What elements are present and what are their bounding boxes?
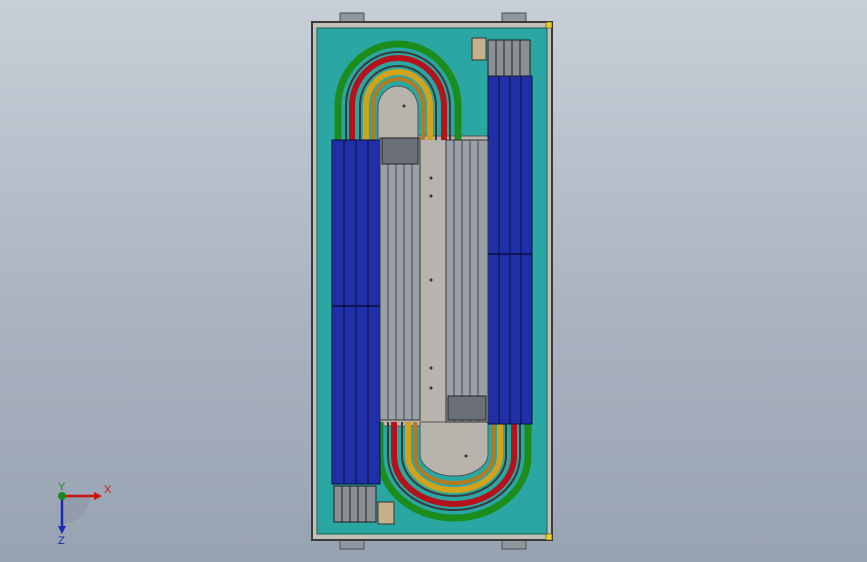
conveyor-assembly-model[interactable] <box>300 8 562 554</box>
orientation-triad[interactable]: X Y Z <box>48 480 118 546</box>
x-axis-label: X <box>104 484 112 496</box>
left-conveyor-lane <box>331 139 381 485</box>
triad-shading <box>62 496 90 524</box>
corner-marker <box>545 21 553 29</box>
y-axis-marker <box>58 492 66 500</box>
left-rail-set <box>379 137 421 421</box>
z-axis-label: Z <box>58 535 65 546</box>
right-rail-set <box>445 139 489 423</box>
corner-marker <box>545 533 553 541</box>
y-axis-label: Y <box>58 481 66 493</box>
cad-viewport[interactable]: X Y Z <box>0 0 867 562</box>
z-axis-arrowhead <box>58 526 66 534</box>
x-axis-arrowhead <box>94 492 102 500</box>
right-conveyor-lane <box>487 75 533 425</box>
